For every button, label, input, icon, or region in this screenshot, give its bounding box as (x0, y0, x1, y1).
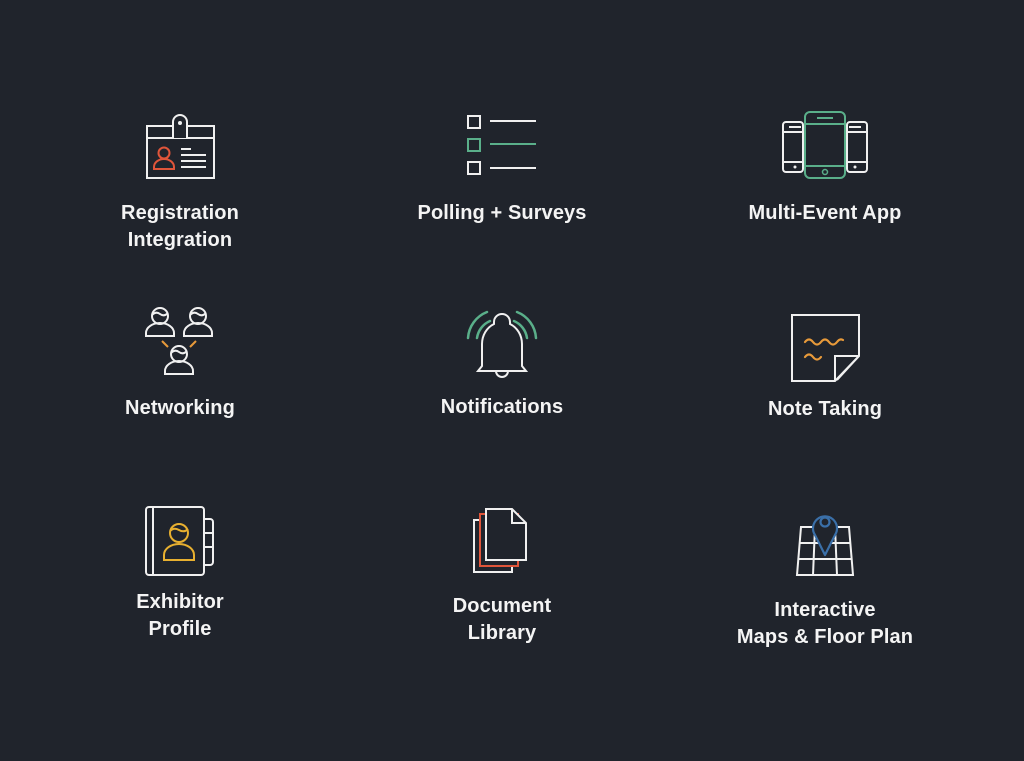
id-badge-icon (146, 114, 215, 179)
map-pin-icon (795, 515, 855, 576)
documents-icon (473, 508, 527, 573)
feature-label: Note Taking (768, 396, 882, 423)
feature-label: Polling + Surveys (418, 200, 587, 227)
label-line: Multi-Event App (748, 202, 902, 224)
feature-multi-event-app: Multi-Event App (695, 110, 955, 227)
feature-note-taking: Note Taking (695, 312, 955, 423)
label-line: Document (452, 595, 552, 617)
label-line: Profile (148, 618, 212, 640)
feature-registration-integration: Registration Integration (50, 110, 310, 254)
label-line: Interactive (774, 599, 876, 621)
sticky-note-icon (791, 314, 860, 382)
feature-notifications: Notifications (372, 308, 632, 421)
checklist-icon (467, 115, 536, 175)
feature-interactive-maps: Interactive Maps & Floor Plan (695, 505, 955, 651)
label-line: Registration (121, 202, 239, 224)
feature-label: Multi-Event App (749, 200, 902, 227)
label-line: Integration (127, 229, 233, 251)
feature-label: Networking (125, 395, 235, 422)
label-line: Notifications (440, 396, 564, 418)
label-line: Maps & Floor Plan (736, 626, 914, 648)
people-network-icon (145, 307, 213, 375)
feature-label: Interactive Maps & Floor Plan (737, 597, 913, 651)
feature-label: Notifications (441, 394, 563, 421)
label-line: Polling + Surveys (417, 202, 587, 224)
contact-book-icon (145, 506, 214, 576)
feature-label: Document Library (453, 593, 552, 647)
label-line: Exhibitor (136, 591, 224, 613)
feature-document-library: Document Library (372, 507, 632, 647)
feature-networking: Networking (50, 303, 310, 422)
label-line: Library (467, 622, 537, 644)
label-line: Networking (125, 397, 235, 419)
label-line: Note Taking (767, 398, 883, 420)
feature-label: Exhibitor Profile (136, 589, 224, 643)
feature-exhibitor-profile: Exhibitor Profile (50, 505, 310, 643)
bell-icon (466, 310, 538, 378)
mobile-devices-icon (782, 111, 868, 179)
feature-label: Registration Integration (121, 200, 239, 254)
feature-polling-surveys: Polling + Surveys (372, 110, 632, 227)
